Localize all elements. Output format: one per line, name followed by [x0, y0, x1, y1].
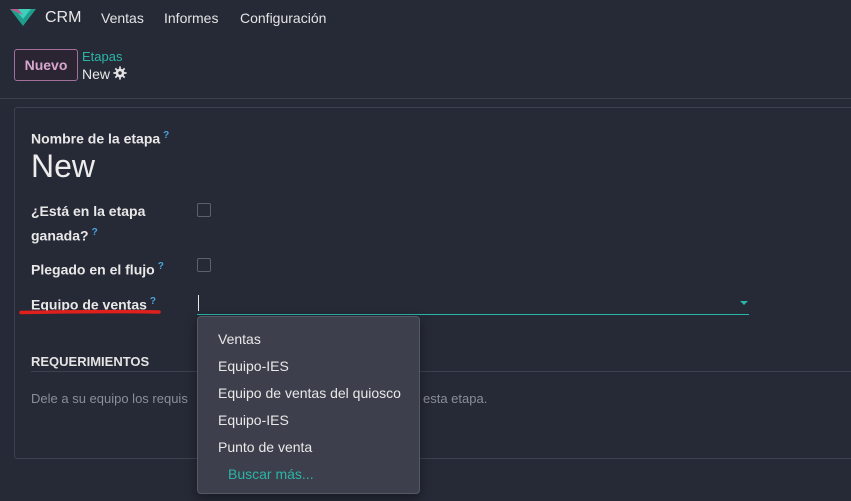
form-sheet: [14, 107, 851, 459]
menu-configuracion[interactable]: Configuración: [240, 10, 326, 26]
control-panel-divider: [0, 98, 851, 99]
folded-checkbox[interactable]: [197, 258, 211, 272]
help-icon[interactable]: ?: [163, 130, 169, 141]
chevron-down-icon[interactable]: [740, 301, 748, 305]
search-more-link[interactable]: Buscar más...: [228, 466, 314, 482]
help-icon[interactable]: ?: [150, 296, 156, 307]
crm-logo-icon[interactable]: [10, 9, 36, 26]
dropdown-option[interactable]: Equipo-IES: [218, 358, 289, 374]
sales-team-input[interactable]: [197, 292, 749, 315]
top-navbar: CRM Ventas Informes Configuración: [0, 0, 851, 36]
requirements-placeholder[interactable]: Dele a su equipo los requis esta etapa.: [31, 391, 487, 406]
app-name[interactable]: CRM: [45, 9, 81, 27]
folded-label: Plegado en el flujo?: [31, 261, 164, 278]
new-button[interactable]: Nuevo: [14, 49, 78, 81]
breadcrumb-etapas[interactable]: Etapas: [82, 49, 122, 64]
help-icon[interactable]: ?: [158, 261, 164, 272]
stage-name-field[interactable]: New: [31, 148, 95, 185]
stage-name-label: Nombre de la etapa?: [31, 130, 170, 147]
dropdown-option[interactable]: Ventas: [218, 331, 261, 347]
won-stage-label: ¿Está en la etapa ganada??: [31, 203, 146, 244]
dropdown-option[interactable]: Equipo de ventas del quiosco: [218, 385, 401, 401]
won-stage-checkbox[interactable]: [197, 203, 211, 217]
gear-icon[interactable]: [113, 66, 127, 80]
breadcrumb-current: New: [82, 66, 111, 82]
dropdown-option[interactable]: Equipo-IES: [218, 412, 289, 428]
menu-informes[interactable]: Informes: [164, 10, 218, 26]
text-cursor: [198, 295, 199, 311]
help-icon[interactable]: ?: [92, 227, 98, 238]
requirements-divider: [31, 371, 851, 372]
requirements-title: REQUERIMIENTOS: [31, 354, 150, 369]
dropdown-option[interactable]: Punto de venta: [218, 439, 312, 455]
sales-team-dropdown: Ventas Equipo-IES Equipo de ventas del q…: [197, 316, 420, 494]
red-annotation-underline: [19, 309, 161, 315]
menu-ventas[interactable]: Ventas: [101, 10, 144, 26]
